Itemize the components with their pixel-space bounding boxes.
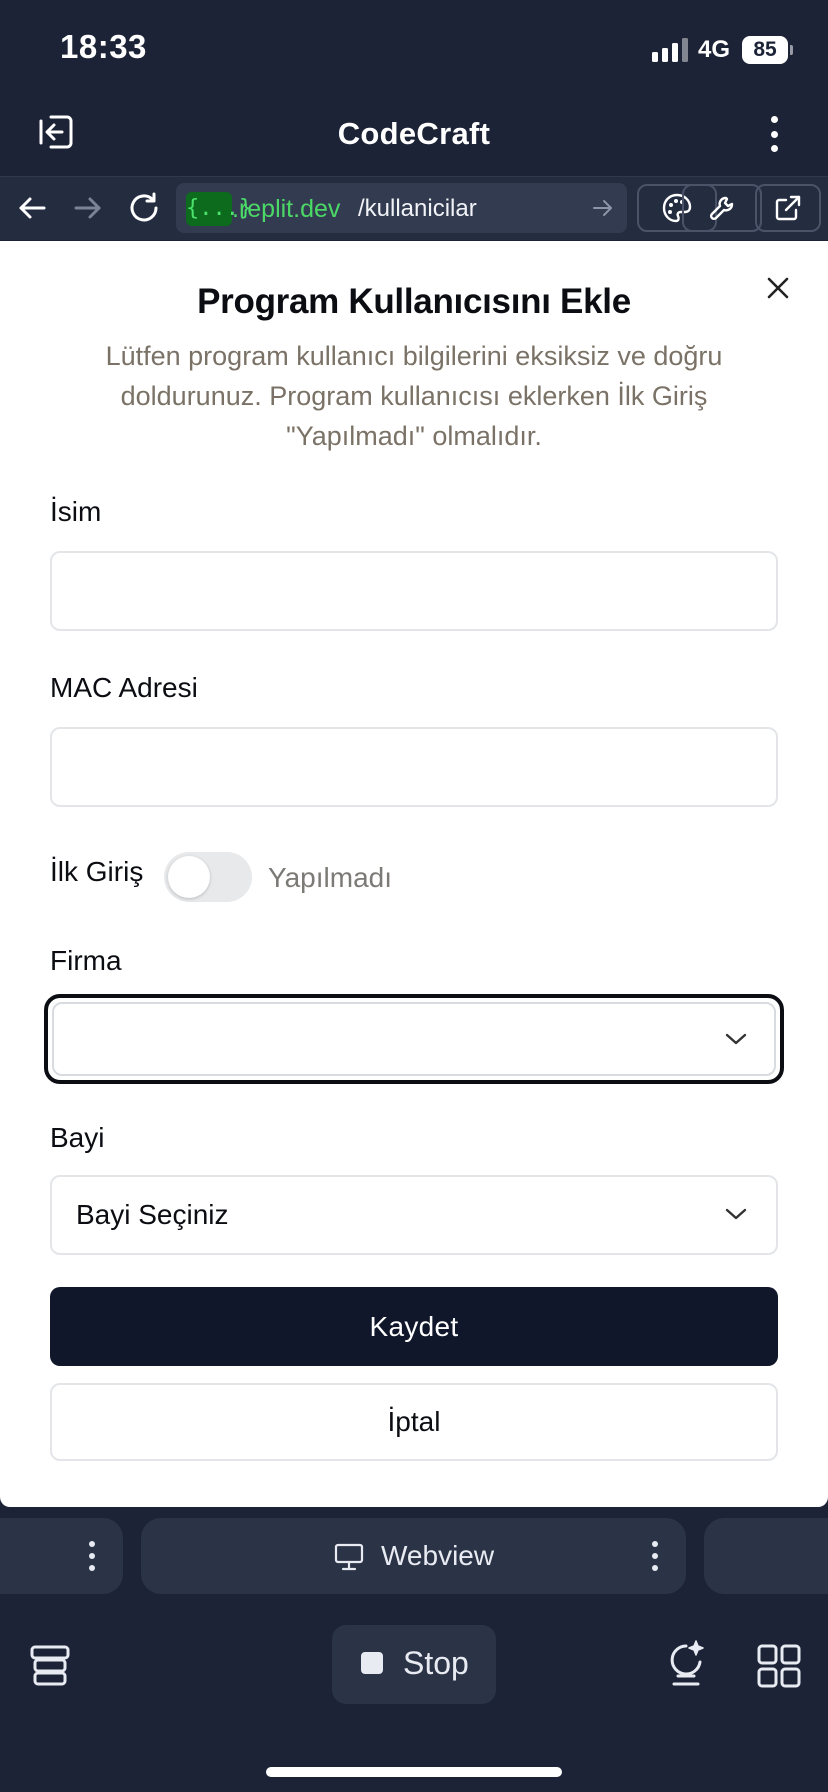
- company-label: Firma: [50, 945, 122, 976]
- ai-sparkle-icon[interactable]: [664, 1638, 708, 1688]
- first-login-state: Yapılmadı: [268, 862, 392, 893]
- battery-level: 85: [742, 36, 788, 64]
- more-vertical-icon[interactable]: [762, 112, 786, 156]
- url-domain: .replit.dev: [232, 195, 341, 223]
- dealer-label: Bayi: [50, 1122, 105, 1153]
- name-input[interactable]: [50, 551, 778, 631]
- url-path: /kullanicilar: [358, 195, 477, 222]
- mac-label: MAC Adresi: [50, 672, 198, 703]
- tools-button[interactable]: [682, 184, 762, 232]
- go-arrow-icon[interactable]: [590, 195, 616, 221]
- url-badge: {...}: [186, 192, 252, 226]
- home-indicator: [266, 1767, 562, 1777]
- wrench-icon: [709, 196, 734, 221]
- first-login-label: İlk Giriş: [50, 856, 144, 887]
- save-button[interactable]: Kaydet: [50, 1287, 778, 1366]
- forward-arrow-icon[interactable]: [70, 190, 106, 226]
- battery-icon: [790, 45, 793, 55]
- tab-webview-label: Webview: [381, 1540, 495, 1571]
- stop-icon: [361, 1652, 383, 1674]
- chevron-down-icon: [723, 1205, 749, 1223]
- mac-address-input[interactable]: [50, 727, 778, 807]
- back-arrow-icon[interactable]: [14, 190, 50, 226]
- tab-next[interactable]: [704, 1518, 828, 1594]
- signal-icon: [652, 38, 688, 62]
- reload-icon[interactable]: [126, 190, 162, 226]
- toggle-knob: [168, 856, 210, 898]
- modal-title: Program Kullanıcısını Ekle: [197, 282, 631, 321]
- network-type: 4G: [698, 36, 731, 63]
- dealer-select-value: Bayi Seçiniz: [76, 1199, 229, 1230]
- cancel-button[interactable]: İptal: [50, 1383, 778, 1461]
- layers-icon[interactable]: [28, 1643, 72, 1687]
- tab-previous[interactable]: [0, 1518, 123, 1594]
- chevron-down-icon: [723, 1030, 749, 1048]
- more-vertical-icon[interactable]: [88, 1541, 96, 1571]
- monitor-icon: [334, 1543, 364, 1571]
- grid-icon[interactable]: [756, 1643, 802, 1689]
- external-link-icon: [775, 195, 801, 221]
- more-vertical-icon[interactable]: [651, 1541, 659, 1571]
- stop-label: Stop: [403, 1645, 469, 1681]
- name-label: İsim: [50, 496, 102, 527]
- app-title: CodeCraft: [337, 116, 491, 151]
- status-time: 18:33: [60, 28, 147, 65]
- open-external-button[interactable]: [755, 184, 821, 232]
- modal-description: Lütfen program kullanıcı bilgilerini eks…: [105, 341, 723, 451]
- company-select[interactable]: [52, 1002, 776, 1076]
